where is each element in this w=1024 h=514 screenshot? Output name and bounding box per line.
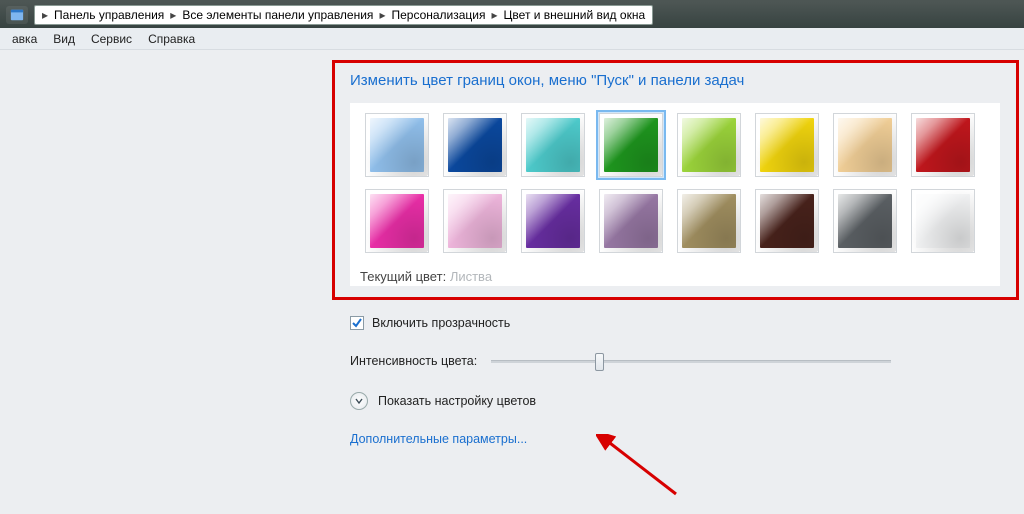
chevron-right-icon: ▸: [167, 6, 179, 24]
color-swatch-pumpkin[interactable]: [833, 113, 897, 177]
chevron-right-icon: ▸: [489, 6, 501, 24]
color-swatch-blush[interactable]: [443, 189, 507, 253]
color-swatch-leaf[interactable]: [599, 113, 663, 177]
color-swatch-fuchsia[interactable]: [365, 189, 429, 253]
chevron-right-icon: ▸: [39, 6, 51, 24]
menu-service[interactable]: Сервис: [83, 28, 140, 50]
transparency-label: Включить прозрачность: [372, 316, 510, 330]
current-color-line: Текущий цвет: Листва: [360, 269, 992, 284]
current-color-label: Текущий цвет:: [360, 269, 446, 284]
check-icon: [352, 318, 362, 328]
color-swatch-sky[interactable]: [365, 113, 429, 177]
color-swatch-sea[interactable]: [521, 113, 585, 177]
arrow-annotation: [596, 434, 696, 514]
crumb-control-panel[interactable]: Панель управления: [51, 6, 167, 24]
intensity-label: Интенсивность цвета:: [350, 354, 477, 368]
slider-track: [491, 360, 891, 363]
color-swatch-sun[interactable]: [755, 113, 819, 177]
address-bar: ▸ Панель управления ▸ Все элементы панел…: [0, 2, 1024, 28]
color-swatch-chocolate[interactable]: [755, 189, 819, 253]
chevron-down-icon: [355, 397, 363, 405]
color-swatch-lime[interactable]: [677, 113, 741, 177]
show-color-mixer-button[interactable]: [350, 392, 368, 410]
page-title: Изменить цвет границ окон, меню "Пуск" и…: [350, 72, 1000, 89]
menu-bar: авка Вид Сервис Справка: [0, 28, 1024, 50]
color-swatch-taupe[interactable]: [677, 189, 741, 253]
color-swatch-ruby[interactable]: [911, 113, 975, 177]
color-swatch-violet[interactable]: [521, 189, 585, 253]
color-swatch-lavender[interactable]: [599, 189, 663, 253]
color-swatch-slate[interactable]: [833, 189, 897, 253]
menu-help[interactable]: Справка: [140, 28, 203, 50]
show-color-mixer-label: Показать настройку цветов: [378, 394, 536, 408]
transparency-checkbox[interactable]: [350, 316, 364, 330]
crumb-personalization[interactable]: Персонализация: [388, 6, 488, 24]
color-swatch-grid: Текущий цвет: Листва: [350, 103, 1000, 286]
crumb-window-color[interactable]: Цвет и внешний вид окна: [501, 6, 649, 24]
breadcrumb[interactable]: ▸ Панель управления ▸ Все элементы панел…: [34, 5, 653, 25]
window-icon: [6, 6, 28, 24]
color-swatch-twilight[interactable]: [443, 113, 507, 177]
current-color-value: Листва: [450, 269, 492, 284]
crumb-all-items[interactable]: Все элементы панели управления: [179, 6, 376, 24]
menu-edit[interactable]: авка: [4, 28, 45, 50]
chevron-right-icon: ▸: [376, 6, 388, 24]
advanced-settings-link[interactable]: Дополнительные параметры...: [350, 432, 527, 446]
slider-thumb[interactable]: [595, 353, 604, 371]
intensity-slider[interactable]: [491, 352, 891, 370]
menu-view[interactable]: Вид: [45, 28, 83, 50]
color-swatch-frost[interactable]: [911, 189, 975, 253]
